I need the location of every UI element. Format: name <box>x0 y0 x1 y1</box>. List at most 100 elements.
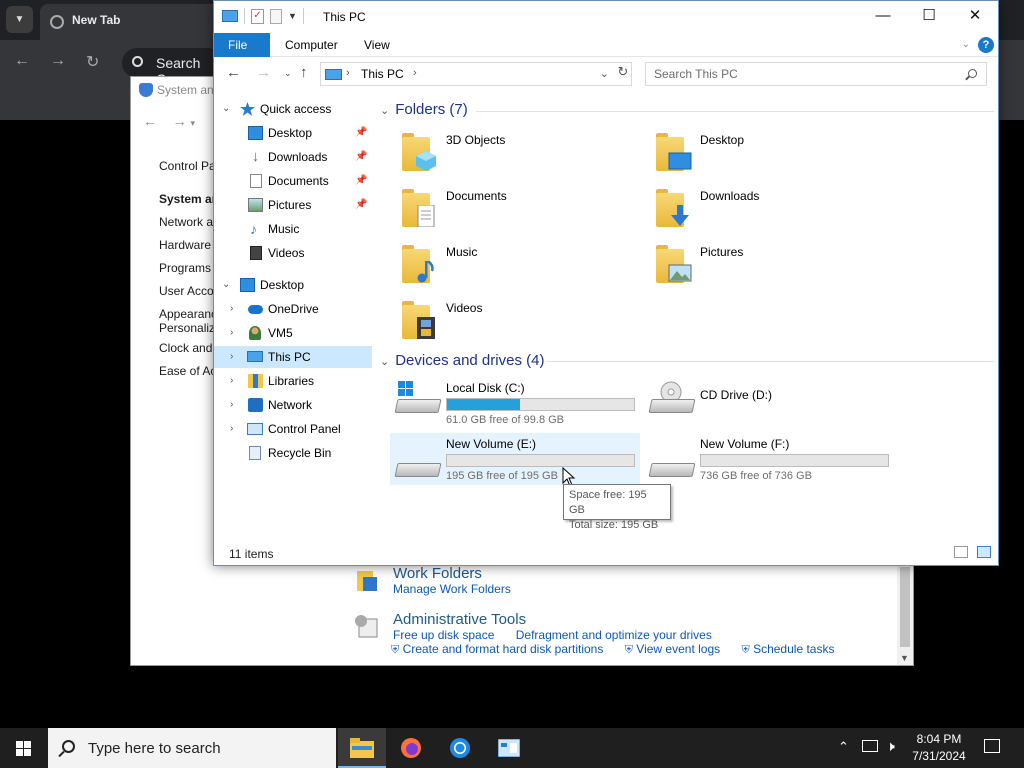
nav-item-control-panel[interactable]: › Control Panel <box>214 418 372 440</box>
nav-item-downloads[interactable]: ↓ Downloads 📌 <box>214 146 372 168</box>
reload-icon[interactable]: ↻ <box>86 52 99 72</box>
notifications-icon[interactable] <box>984 739 1000 753</box>
folder-downloads[interactable]: Downloads <box>654 185 904 237</box>
scrollbar-thumb[interactable] <box>900 567 910 647</box>
cp-link-clock[interactable]: Clock and <box>159 337 219 360</box>
folder-3d-objects[interactable]: 3D Objects <box>400 129 650 181</box>
view-event-logs-link[interactable]: View event logs <box>636 642 720 656</box>
cp-link-home[interactable]: Control Pa <box>159 155 219 178</box>
tab-file[interactable]: File <box>214 33 270 57</box>
taskbar-clock[interactable]: 8:04 PM 7/31/2024 <box>904 731 974 765</box>
new-folder-icon[interactable] <box>270 8 282 24</box>
pin-icon[interactable]: 📌 <box>355 122 367 144</box>
drive-e[interactable]: New Volume (E:) 195 GB free of 195 GB <box>390 433 640 485</box>
tab-search-dropdown-button[interactable]: ▼ <box>6 6 33 33</box>
folder-music[interactable]: Music <box>400 241 650 293</box>
collapse-chevron-icon[interactable]: ⌄ <box>380 355 389 368</box>
folder-desktop[interactable]: Desktop <box>654 129 904 181</box>
schedule-tasks-link[interactable]: Schedule tasks <box>753 642 834 656</box>
nav-item-music[interactable]: ♪ Music <box>214 218 372 240</box>
cp-link-ease-of-access[interactable]: Ease of Ac <box>159 360 219 383</box>
start-button[interactable] <box>0 728 48 768</box>
taskbar-control-panel[interactable] <box>485 728 533 768</box>
back-arrow-icon[interactable]: ← <box>143 113 157 129</box>
nav-item-desktop-root[interactable]: ⌄ Desktop <box>214 274 372 296</box>
drive-c[interactable]: Local Disk (C:) 61.0 GB free of 99.8 GB <box>390 377 640 429</box>
expand-ribbon-chevron-icon[interactable]: ⌄ <box>962 39 970 50</box>
expand-chevron-icon[interactable]: › <box>230 322 233 344</box>
nav-item-onedrive[interactable]: › OneDrive <box>214 298 372 320</box>
collapse-chevron-icon[interactable]: ⌄ <box>222 274 230 296</box>
up-arrow-icon[interactable]: ↑ <box>300 64 308 81</box>
forward-arrow-icon[interactable]: → <box>256 64 271 81</box>
pin-icon[interactable]: 📌 <box>355 146 367 168</box>
nav-item-this-pc[interactable]: › This PC <box>214 346 372 368</box>
folder-pictures[interactable]: Pictures <box>654 241 904 293</box>
folder-videos[interactable]: Videos <box>400 297 650 349</box>
taskbar-chrome[interactable] <box>436 728 484 768</box>
help-icon[interactable]: ? <box>978 37 994 53</box>
network-icon[interactable] <box>862 740 878 752</box>
cp-link-hardware[interactable]: Hardware <box>159 234 219 257</box>
taskbar-search-input[interactable]: Type here to search <box>48 728 336 768</box>
nav-item-documents[interactable]: Documents 📌 <box>214 170 372 192</box>
breadcrumb-chevron-icon[interactable]: › <box>346 67 350 79</box>
pin-icon[interactable]: 📌 <box>355 194 367 216</box>
customize-toolbar-chevron-icon[interactable]: ▼ <box>288 11 297 21</box>
drive-d[interactable]: CD Drive (D:) <box>644 377 894 429</box>
nav-item-libraries[interactable]: › Libraries <box>214 370 372 392</box>
nav-item-pictures[interactable]: Pictures 📌 <box>214 194 372 216</box>
defragment-link[interactable]: Defragment and optimize your drives <box>516 628 712 642</box>
maximize-button[interactable]: ☐ <box>906 1 952 31</box>
address-dropdown-chevron-icon[interactable]: ⌄ <box>600 67 609 80</box>
show-hidden-icons-chevron-icon[interactable]: ⌃ <box>838 739 849 755</box>
nav-item-recycle-bin[interactable]: Recycle Bin <box>214 442 372 464</box>
cp-link-user-accounts[interactable]: User Acco <box>159 280 219 303</box>
nav-item-desktop[interactable]: Desktop 📌 <box>214 122 372 144</box>
free-up-disk-link[interactable]: Free up disk space <box>393 628 494 642</box>
nav-item-quick-access[interactable]: ⌄ Quick access <box>214 98 372 120</box>
drives-group-header[interactable]: ⌄ Devices and drives (4) <box>380 352 544 369</box>
folder-documents[interactable]: Documents <box>400 185 650 237</box>
back-arrow-icon[interactable]: ← <box>226 64 241 81</box>
cp-link-appearance[interactable]: Appearanc Personaliz <box>159 303 217 337</box>
nav-item-videos[interactable]: Videos <box>214 242 372 264</box>
expand-chevron-icon[interactable]: › <box>230 370 233 392</box>
details-view-icon[interactable] <box>954 546 968 558</box>
collapse-chevron-icon[interactable]: ⌄ <box>222 98 230 120</box>
forward-arrow-icon[interactable]: → <box>173 113 187 129</box>
pin-icon[interactable]: 📌 <box>355 170 367 192</box>
breadcrumb-this-pc[interactable]: This PC <box>361 67 404 81</box>
work-folders-heading[interactable]: Work Folders <box>393 565 529 582</box>
manage-work-folders-link[interactable]: Manage Work Folders <box>393 582 511 596</box>
recent-locations-chevron-icon[interactable]: ⌄ <box>284 68 292 79</box>
properties-icon[interactable]: ✓ <box>251 8 264 24</box>
expand-chevron-icon[interactable]: › <box>230 394 233 416</box>
taskbar-firefox[interactable] <box>387 728 435 768</box>
drive-f[interactable]: New Volume (F:) 736 GB free of 736 GB <box>644 433 894 485</box>
chevron-down-icon[interactable]: ▾ <box>190 118 195 128</box>
forward-arrow-icon[interactable]: → <box>50 52 66 70</box>
refresh-icon[interactable]: ↻ <box>614 64 632 82</box>
tab-view[interactable]: View <box>350 33 404 57</box>
nav-item-vm5[interactable]: › VM5 <box>214 322 372 344</box>
expand-chevron-icon[interactable]: › <box>230 298 233 320</box>
scroll-down-arrow-icon[interactable]: ▼ <box>900 653 909 663</box>
taskbar-file-explorer[interactable] <box>338 728 386 768</box>
minimize-button[interactable]: — <box>860 1 906 31</box>
browser-omnibox[interactable]: Search Co <box>122 48 222 87</box>
cp-link-system[interactable]: System ar <box>159 188 219 211</box>
search-input[interactable]: Search This PC <box>645 62 987 86</box>
create-format-partitions-link[interactable]: Create and format hard disk partitions <box>403 642 604 656</box>
close-button[interactable]: ✕ <box>952 1 998 31</box>
breadcrumb-chevron-icon[interactable]: › <box>413 67 417 79</box>
cp-link-programs[interactable]: Programs <box>159 257 219 280</box>
expand-chevron-icon[interactable]: › <box>230 418 233 440</box>
nav-item-network[interactable]: › Network <box>214 394 372 416</box>
tab-computer[interactable]: Computer <box>271 33 352 57</box>
back-arrow-icon[interactable]: ← <box>14 52 30 70</box>
folders-group-header[interactable]: ⌄ Folders (7) <box>380 101 468 118</box>
cp-link-network[interactable]: Network a <box>159 211 219 234</box>
browser-tab-new-tab[interactable]: New Tab <box>40 4 220 40</box>
admin-tools-heading[interactable]: Administrative Tools <box>393 611 903 628</box>
